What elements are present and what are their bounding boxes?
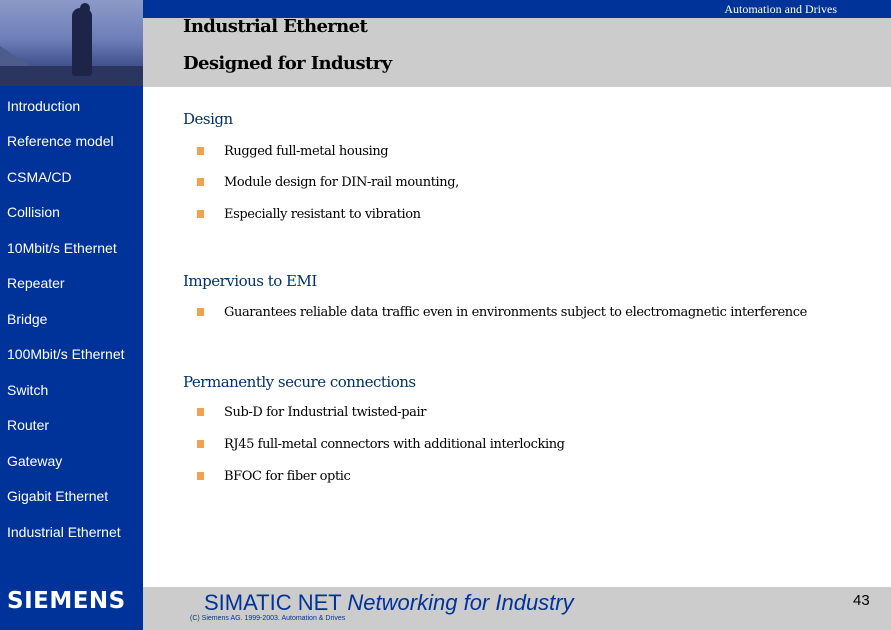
header-photo <box>0 0 143 86</box>
sidebar-item-reference-model[interactable]: Reference model <box>7 133 114 149</box>
siemens-logo: SIEMENS <box>7 588 126 614</box>
bullet-text: Rugged full-metal housing <box>224 144 389 159</box>
copyright-text: (C) Siemens AG. 1999-2003. Automation & … <box>190 615 346 622</box>
page-title-line1: Industrial Ethernet <box>183 16 368 37</box>
bullet-text: Module design for DIN-rail mounting, <box>224 175 459 190</box>
brand-label: Automation and Drives <box>724 2 837 16</box>
sidebar-item-csma-cd[interactable]: CSMA/CD <box>7 169 72 185</box>
sidebar-item-introduction[interactable]: Introduction <box>7 98 80 114</box>
footer-title-plain: SIMATIC NET <box>204 590 348 615</box>
section-heading-design: Design <box>183 110 233 128</box>
sidebar-item-bridge[interactable]: Bridge <box>7 311 47 327</box>
sidebar-item-10mbit-ethernet[interactable]: 10Mbit/s Ethernet <box>7 240 117 256</box>
skater-head <box>80 3 90 13</box>
bullet-icon <box>197 472 204 480</box>
page-title-line2: Designed for Industry <box>183 53 392 74</box>
section-heading-connections: Permanently secure connections <box>183 373 416 391</box>
bullet-icon <box>197 147 204 155</box>
sidebar-item-gigabit-ethernet[interactable]: Gigabit Ethernet <box>7 488 108 504</box>
bullet-icon <box>197 308 204 316</box>
bullet-text: Guarantees reliable data traffic even in… <box>224 305 807 320</box>
bullet-text: Sub-D for Industrial twisted-pair <box>224 405 427 420</box>
sidebar-item-collision[interactable]: Collision <box>7 204 60 220</box>
footer-title: SIMATIC NET Networking for Industry <box>204 590 574 616</box>
sidebar-item-100mbit-ethernet[interactable]: 100Mbit/s Ethernet <box>7 346 125 362</box>
section-heading-emi: Impervious to EMI <box>183 272 317 290</box>
footer-title-italic: Networking for Industry <box>347 590 574 615</box>
page-number: 43 <box>853 592 870 609</box>
sidebar-item-industrial-ethernet[interactable]: Industrial Ethernet <box>7 524 121 540</box>
sidebar-item-router[interactable]: Router <box>7 417 49 433</box>
bullet-text: BFOC for fiber optic <box>224 469 351 484</box>
bullet-text: RJ45 full-metal connectors with addition… <box>224 437 565 452</box>
skater-figure <box>72 8 92 76</box>
bullet-text: Especially resistant to vibration <box>224 207 421 222</box>
sidebar-item-gateway[interactable]: Gateway <box>7 453 62 469</box>
bullet-icon <box>197 440 204 448</box>
bullet-icon <box>197 178 204 186</box>
bullet-icon <box>197 210 204 218</box>
sidebar-item-switch[interactable]: Switch <box>7 382 48 398</box>
bullet-icon <box>197 408 204 416</box>
sidebar-item-repeater[interactable]: Repeater <box>7 275 65 291</box>
